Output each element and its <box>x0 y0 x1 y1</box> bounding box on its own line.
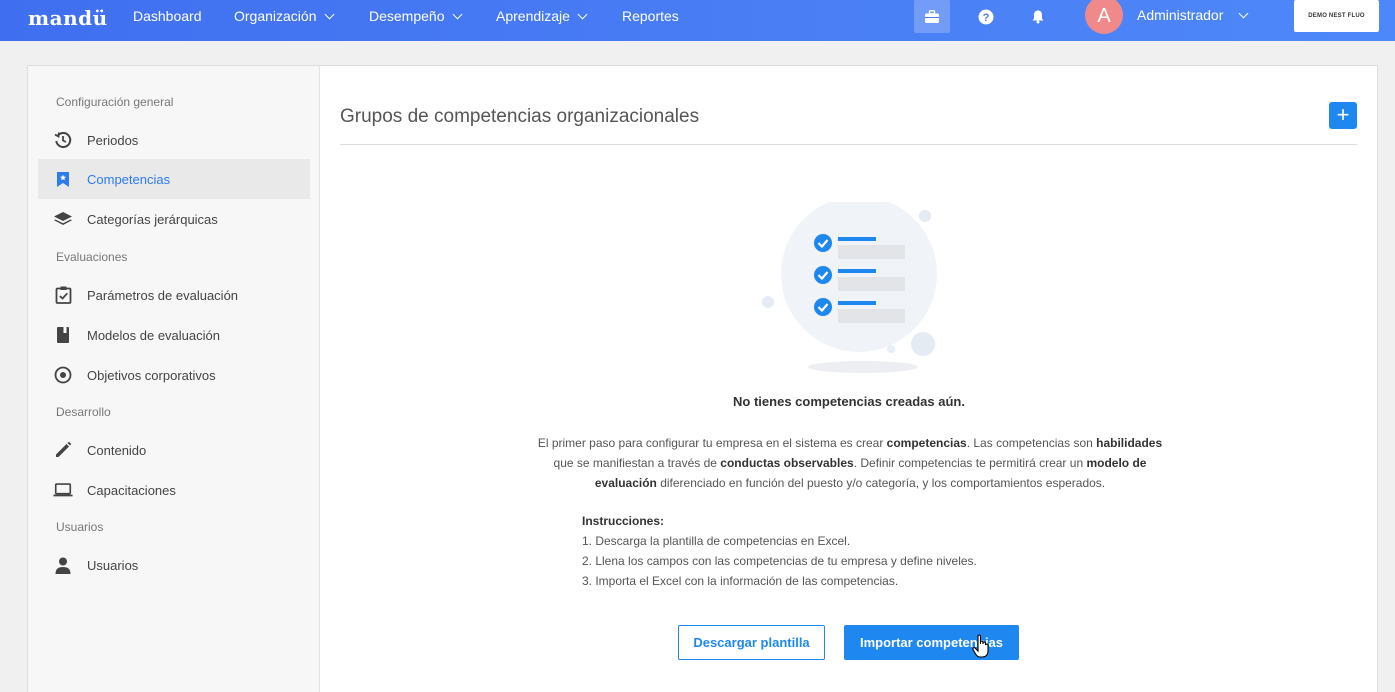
sidebar-item-label: Parámetros de evaluación <box>87 287 239 303</box>
page-title: Grupos de competencias organizacionales <box>340 106 700 127</box>
hand-cursor-icon <box>972 634 989 658</box>
add-group-button[interactable]: + <box>1329 102 1357 129</box>
nav-aprendizaje[interactable]: Aprendizaje <box>496 0 588 41</box>
empty-checklist-illustration <box>762 202 937 373</box>
nav-dashboard[interactable]: Dashboard <box>133 0 202 41</box>
sidebar-item-modelos[interactable]: Modelos de evaluación <box>38 315 310 355</box>
target-icon <box>53 365 73 385</box>
sidebar-item-periodos[interactable]: Periodos <box>38 120 310 160</box>
sidebar-item-categorias[interactable]: Categorías jerárquicas <box>38 199 310 239</box>
instructions: Instrucciones: 1. Descarga la plantilla … <box>582 511 977 591</box>
sidebar-item-label: Capacitaciones <box>87 482 176 498</box>
sidebar-item-usuarios[interactable]: Usuarios <box>38 545 310 585</box>
sidebar-item-label: Objetivos corporativos <box>87 367 216 383</box>
title-divider <box>340 144 1357 145</box>
top-navbar: mandü Dashboard Organización Desempeño A… <box>0 0 1395 41</box>
download-template-button[interactable]: Descargar plantilla <box>678 625 825 660</box>
sidebar-item-label: Competencias <box>87 171 171 187</box>
instruction-step: 2. Llena los campos con las competencias… <box>582 554 977 568</box>
chevron-down-icon <box>452 9 462 20</box>
import-competencies-button[interactable]: Importar competencias <box>844 625 1019 660</box>
sidebar-item-label: Usuarios <box>87 557 139 573</box>
checklist-icon <box>53 285 73 305</box>
main-frame: Configuración general Periodos Competenc… <box>27 65 1378 692</box>
help-icon[interactable]: ? <box>968 0 1004 33</box>
sidebar-item-capacitaciones[interactable]: Capacitaciones <box>38 470 310 510</box>
app-logo[interactable]: mandü <box>28 6 108 30</box>
main-content: Grupos de competencias organizacionales … <box>340 66 1358 692</box>
laptop-icon <box>53 480 73 500</box>
nav-dashboard-label: Dashboard <box>133 8 202 24</box>
chevron-down-icon[interactable] <box>1238 8 1249 19</box>
desc-bold: competencias <box>886 436 967 450</box>
nav-reportes-label: Reportes <box>622 8 679 24</box>
section-title-configuracion: Configuración general <box>56 95 174 109</box>
sidebar: Configuración general Periodos Competenc… <box>28 66 320 692</box>
desc-text: que se manifiestan a través de <box>553 456 721 470</box>
sidebar-item-label: Periodos <box>87 132 139 148</box>
sidebar-item-label: Contenido <box>87 442 147 458</box>
user-name[interactable]: Administrador <box>1137 0 1223 30</box>
instructions-heading: Instrucciones: <box>582 514 665 528</box>
svg-text:?: ? <box>983 12 990 24</box>
bell-icon[interactable] <box>1020 0 1056 33</box>
desc-bold: conductas observables <box>720 456 854 470</box>
user-icon <box>53 555 73 575</box>
desc-text: El primer paso para configurar tu empres… <box>537 436 887 450</box>
nav-organizacion[interactable]: Organización <box>234 0 334 41</box>
company-logo[interactable]: DEMO NEST FLUO <box>1294 0 1379 32</box>
sidebar-item-competencias[interactable]: Competencias <box>38 159 310 199</box>
instruction-step: 3. Importa el Excel con la información d… <box>582 574 899 588</box>
section-title-evaluaciones: Evaluaciones <box>56 250 128 264</box>
section-title-desarrollo: Desarrollo <box>56 405 111 419</box>
sidebar-item-label: Categorías jerárquicas <box>87 211 218 227</box>
desc-text: . Definir competencias te permitirá crea… <box>853 456 1087 470</box>
layers-icon <box>53 209 73 229</box>
sidebar-item-label: Modelos de evaluación <box>87 327 220 343</box>
chevron-down-icon <box>324 9 334 20</box>
briefcase-icon[interactable] <box>914 0 950 33</box>
pencil-icon <box>53 440 73 460</box>
avatar[interactable]: A <box>1085 0 1123 34</box>
bookmark-star-icon <box>53 169 73 189</box>
sidebar-item-parametros[interactable]: Parámetros de evaluación <box>38 275 310 315</box>
book-icon <box>53 325 73 345</box>
desc-text: . Las competencias son <box>966 436 1097 450</box>
desc-bold: habilidades <box>1096 436 1163 450</box>
empty-state-title: No tienes competencias creadas aún. <box>733 394 965 409</box>
sidebar-item-contenido[interactable]: Contenido <box>38 430 310 470</box>
instruction-step: 1. Descarga la plantilla de competencias… <box>582 534 851 548</box>
nav-desempeno[interactable]: Desempeño <box>369 0 462 41</box>
nav-reportes[interactable]: Reportes <box>622 0 679 41</box>
history-icon <box>53 130 73 150</box>
chevron-down-icon <box>577 9 588 20</box>
nav-aprendizaje-label: Aprendizaje <box>496 8 570 24</box>
nav-organizacion-label: Organización <box>234 8 317 24</box>
sidebar-item-objetivos[interactable]: Objetivos corporativos <box>38 355 310 395</box>
desc-text: diferenciado en función del puesto y/o c… <box>656 476 1106 490</box>
nav-desempeno-label: Desempeño <box>369 8 445 24</box>
empty-state-description: El primer paso para configurar tu empres… <box>530 433 1170 493</box>
section-title-usuarios: Usuarios <box>56 520 104 534</box>
